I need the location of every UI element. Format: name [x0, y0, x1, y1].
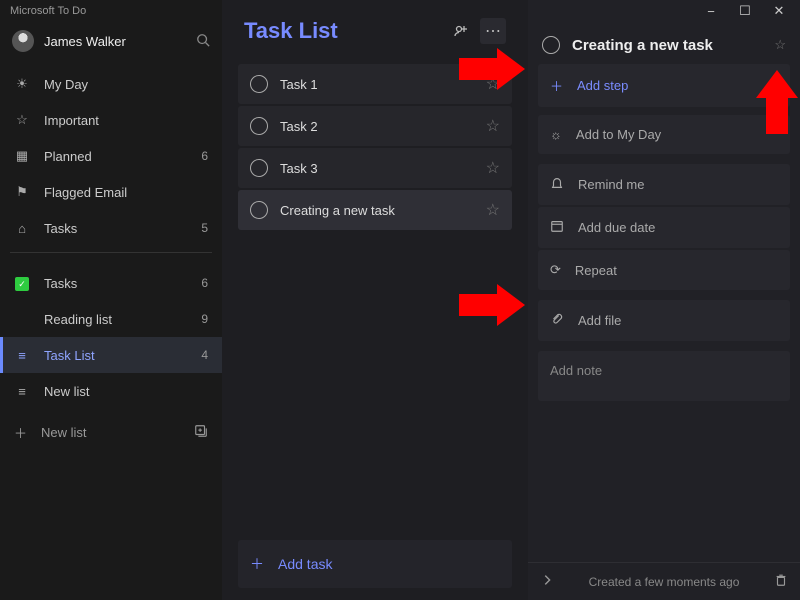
list-icon: ≡: [14, 384, 30, 399]
sidebar-item-label: Tasks: [44, 276, 77, 291]
detail-task-title[interactable]: Creating a new task: [572, 37, 762, 54]
task-row[interactable]: Task 2 ☆: [238, 106, 512, 146]
new-list-label: New list: [41, 425, 87, 440]
nav-smart-lists: ☀ My Day ☆ Important ▦ Planned 6 ⚑ Flagg…: [0, 60, 222, 246]
complete-circle[interactable]: [250, 117, 268, 135]
sidebar-item-list-newlist[interactable]: ≡ New list: [0, 373, 222, 409]
share-button[interactable]: [448, 18, 474, 44]
divider: [10, 252, 212, 253]
avatar: [12, 30, 34, 52]
star-icon[interactable]: ☆: [774, 37, 786, 53]
main-header: Task List ⋯: [238, 0, 512, 64]
task-title: Task 1: [280, 77, 474, 92]
sidebar-item-list-tasklist[interactable]: ≡ Task List 4: [0, 337, 222, 373]
complete-circle[interactable]: [250, 75, 268, 93]
due-date-button[interactable]: Add due date: [538, 207, 790, 248]
calendar-icon: ▦: [14, 148, 30, 164]
sidebar-item-label: Flagged Email: [44, 185, 127, 200]
user-name: James Walker: [44, 34, 186, 49]
row-label: Add to My Day: [576, 127, 661, 142]
sidebar-item-flagged[interactable]: ⚑ Flagged Email: [0, 174, 222, 210]
home-icon: ⌂: [14, 221, 30, 236]
sidebar-item-label: My Day: [44, 77, 88, 92]
minimize-button[interactable]: −: [694, 0, 728, 22]
app-title: Microsoft To Do: [0, 0, 222, 22]
sun-icon: ☀: [14, 76, 30, 92]
note-input[interactable]: Add note: [538, 351, 790, 401]
search-icon[interactable]: [196, 33, 210, 50]
complete-circle[interactable]: [250, 201, 268, 219]
check-badge-icon: ✓: [14, 275, 30, 292]
sidebar-item-label: Tasks: [44, 221, 77, 236]
close-button[interactable]: ✕: [762, 0, 796, 22]
flag-icon: ⚑: [14, 184, 30, 200]
detail-header: Creating a new task ☆: [528, 22, 800, 64]
star-icon[interactable]: ☆: [486, 200, 500, 220]
task-title: Task 2: [280, 119, 474, 134]
delete-button[interactable]: [774, 573, 788, 590]
calendar-icon: [550, 219, 564, 236]
add-my-day-button[interactable]: ☼ Add to My Day: [538, 115, 790, 154]
new-list-button[interactable]: ＋ New list: [0, 413, 222, 452]
star-icon[interactable]: ☆: [486, 158, 500, 178]
attachment-icon: [550, 312, 564, 329]
repeat-icon: ⟳: [550, 262, 561, 278]
star-icon[interactable]: ☆: [486, 116, 500, 136]
sidebar-item-planned[interactable]: ▦ Planned 6: [0, 138, 222, 174]
task-list: Task 1 ☆ Task 2 ☆ Task 3 ☆ Creating a ne…: [238, 64, 512, 230]
sidebar: Microsoft To Do James Walker ☀ My Day ☆ …: [0, 0, 222, 600]
more-button[interactable]: ⋯: [480, 18, 506, 44]
sidebar-item-label: Task List: [44, 348, 95, 363]
created-label: Created a few moments ago: [564, 575, 764, 589]
add-step-label: Add step: [577, 78, 628, 93]
list-icon: ≡: [14, 348, 30, 363]
sidebar-item-label: New list: [44, 384, 90, 399]
sidebar-item-my-day[interactable]: ☀ My Day: [0, 66, 222, 102]
star-icon: ☆: [14, 112, 30, 128]
task-title: Creating a new task: [280, 203, 474, 218]
list-title[interactable]: Task List: [244, 18, 448, 44]
window-controls: − ☐ ✕: [528, 0, 800, 22]
task-row[interactable]: Creating a new task ☆: [238, 190, 512, 230]
add-step-button[interactable]: ＋ Add step: [538, 64, 790, 107]
sidebar-item-list-tasks[interactable]: ✓ Tasks 6: [0, 265, 222, 301]
sun-icon: ☼: [550, 127, 562, 142]
row-label: Add due date: [578, 220, 655, 235]
sidebar-item-list-reading[interactable]: Reading list 9: [0, 301, 222, 337]
nav-custom-lists: ✓ Tasks 6 Reading list 9 ≡ Task List 4 ≡…: [0, 259, 222, 409]
sidebar-item-label: Reading list: [44, 312, 112, 327]
task-title: Task 3: [280, 161, 474, 176]
new-group-icon[interactable]: [194, 424, 208, 441]
task-row[interactable]: Task 3 ☆: [238, 148, 512, 188]
detail-footer: Created a few moments ago: [528, 562, 800, 600]
complete-circle[interactable]: [250, 159, 268, 177]
remind-me-button[interactable]: Remind me: [538, 164, 790, 205]
sidebar-item-label: Planned: [44, 149, 92, 164]
sidebar-item-important[interactable]: ☆ Important: [0, 102, 222, 138]
row-label: Repeat: [575, 263, 617, 278]
complete-circle[interactable]: [542, 36, 560, 54]
plus-icon: ＋: [14, 423, 27, 442]
bell-icon: [550, 176, 564, 193]
profile-row[interactable]: James Walker: [0, 22, 222, 60]
row-label: Remind me: [578, 177, 644, 192]
add-file-button[interactable]: Add file: [538, 300, 790, 341]
add-task-label: Add task: [278, 556, 332, 572]
hide-detail-button[interactable]: [540, 573, 554, 590]
plus-icon: ＋: [250, 554, 264, 574]
repeat-button[interactable]: ⟳ Repeat: [538, 250, 790, 290]
plus-icon: ＋: [550, 76, 563, 95]
add-task-button[interactable]: ＋ Add task: [238, 540, 512, 588]
sidebar-item-label: Important: [44, 113, 99, 128]
row-label: Add file: [578, 313, 621, 328]
sidebar-item-tasks[interactable]: ⌂ Tasks 5: [0, 210, 222, 246]
maximize-button[interactable]: ☐: [728, 0, 762, 22]
